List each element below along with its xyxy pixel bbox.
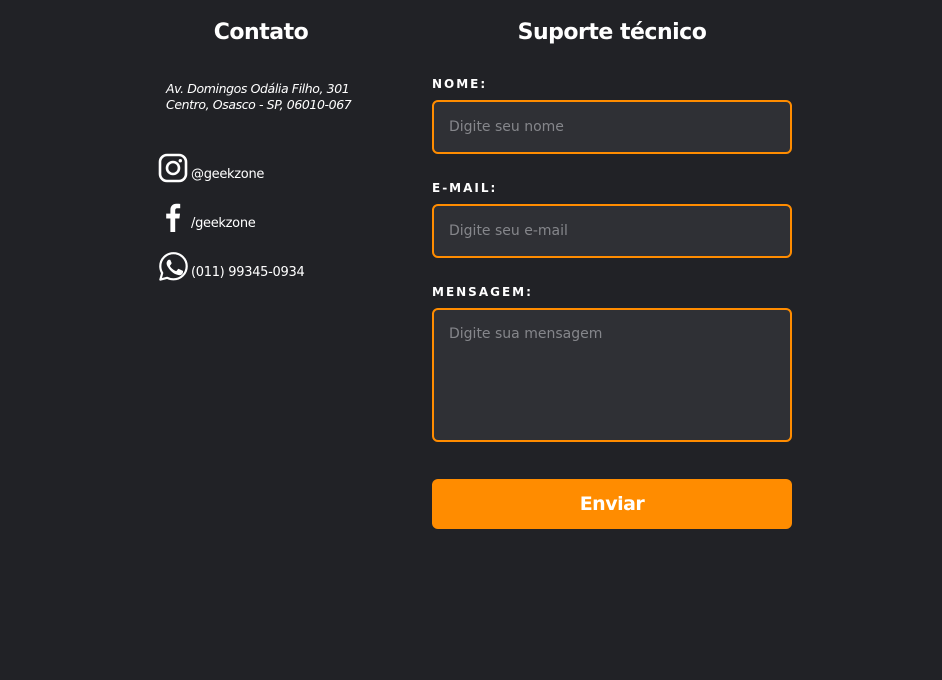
instagram-icon xyxy=(157,152,189,184)
submit-button[interactable]: Enviar xyxy=(432,479,792,529)
whatsapp-label: (011) 99345-0934 xyxy=(191,265,305,280)
whatsapp-link[interactable]: (011) 99345-0934 xyxy=(157,248,305,282)
address-line-1: Av. Domingos Odália Filho, 301 xyxy=(166,81,350,96)
instagram-label: @geekzone xyxy=(191,167,265,182)
address: Av. Domingos Odália Filho, 301 Centro, O… xyxy=(166,81,352,113)
message-textarea[interactable] xyxy=(432,308,792,442)
contact-title: Contato xyxy=(213,20,309,45)
name-input[interactable] xyxy=(432,100,792,154)
page: Contato Av. Domingos Odália Filho, 301 C… xyxy=(0,0,942,680)
whatsapp-icon xyxy=(157,250,189,282)
instagram-link[interactable]: @geekzone xyxy=(157,150,264,184)
facebook-label: /geekzone xyxy=(191,216,256,231)
address-line-2: Centro, Osasco - SP, 06010-067 xyxy=(166,97,352,112)
email-input[interactable] xyxy=(432,204,792,258)
support-title: Suporte técnico xyxy=(517,20,707,45)
facebook-icon xyxy=(157,201,189,233)
email-label: E-MAIL: xyxy=(432,181,498,195)
name-label: NOME: xyxy=(432,77,488,91)
facebook-link[interactable]: /geekzone xyxy=(157,199,256,233)
message-label: MENSAGEM: xyxy=(432,285,533,299)
